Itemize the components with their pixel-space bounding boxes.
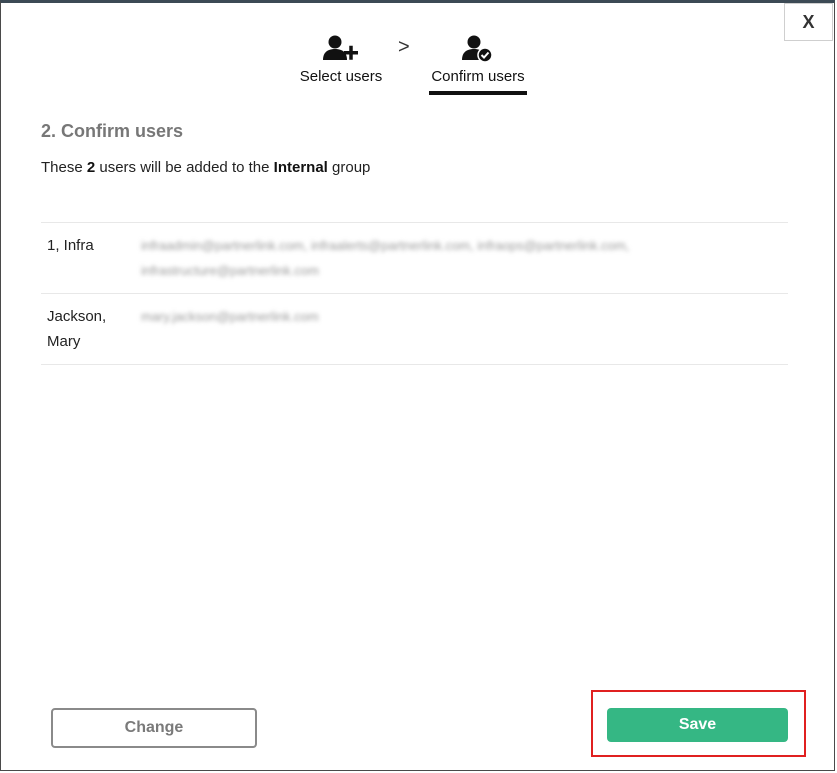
step-confirm-users-label: Confirm users (431, 68, 525, 85)
dialog (0, 0, 835, 771)
step-select-users[interactable]: Select users (296, 34, 386, 85)
step-select-users-label: Select users (299, 68, 383, 85)
close-button[interactable]: X (784, 3, 833, 41)
user-check-icon (462, 35, 493, 63)
users-table: 1, Infra infraadmin@partnerlink.com, inf… (41, 222, 788, 365)
confirm-description: These 2 users will be added to the Inter… (41, 159, 370, 176)
user-name: 1, Infra (47, 237, 94, 254)
section-title: 2. Confirm users (41, 121, 184, 141)
desc-middle: users will be added to the (95, 159, 274, 176)
table-row: Jackson, Mary mary.jackson@partnerlink.c… (41, 294, 788, 365)
save-button[interactable]: Save (607, 708, 788, 742)
desc-suffix: group (327, 159, 371, 176)
change-button[interactable]: Change (51, 708, 257, 748)
chevron-right-icon: > (398, 36, 410, 58)
desc-prefix: These (41, 159, 87, 176)
user-emails: mary.jackson@partnerlink.com (141, 309, 319, 324)
step-confirm-users[interactable]: Confirm users (428, 34, 528, 95)
user-emails: infraadmin@partnerlink.com, infraalerts@… (141, 238, 630, 278)
table-row: 1, Infra infraadmin@partnerlink.com, inf… (41, 223, 788, 294)
user-count: 2 (86, 159, 96, 176)
user-plus-icon (323, 35, 358, 60)
user-name: Jackson, Mary (47, 308, 107, 350)
active-step-indicator (429, 91, 527, 95)
group-name: Internal (273, 159, 328, 176)
